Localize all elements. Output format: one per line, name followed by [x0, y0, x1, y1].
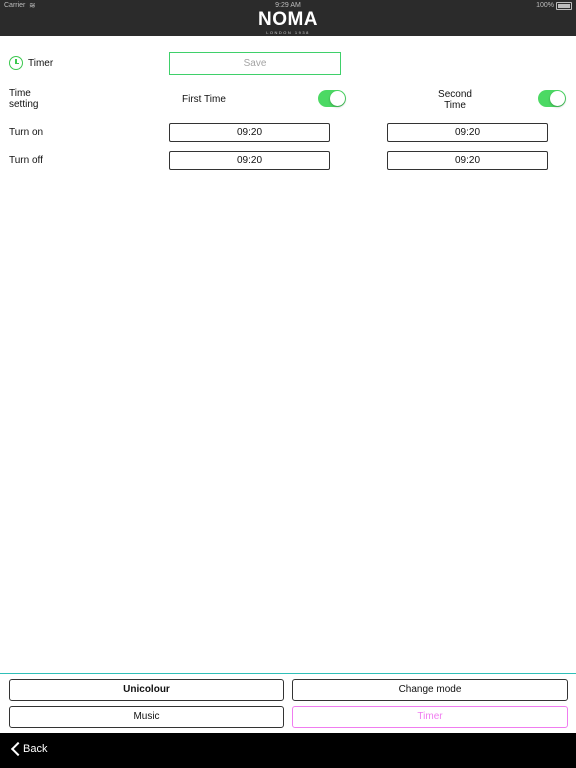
- unicolour-button[interactable]: Unicolour: [9, 679, 284, 701]
- clock-icon: [9, 56, 23, 70]
- nav-divider: [0, 673, 576, 674]
- second-time-label: Second Time: [438, 89, 472, 111]
- app-header: Carrier ≋ 9:29 AM 100% NOMA LONDON 1938: [0, 0, 576, 36]
- change-mode-button[interactable]: Change mode: [292, 679, 568, 701]
- status-time: 9:29 AM: [275, 2, 301, 9]
- second-time-toggle[interactable]: [538, 90, 566, 107]
- turn-off-first-time-field[interactable]: 09:20: [169, 151, 330, 170]
- first-time-toggle[interactable]: [318, 90, 346, 107]
- footer-bar: Back: [0, 733, 576, 768]
- turn-on-first-time-field[interactable]: 09:20: [169, 123, 330, 142]
- turn-off-label: Turn off: [9, 155, 43, 166]
- timer-button[interactable]: Timer: [292, 706, 568, 728]
- toggle-knob: [330, 91, 345, 106]
- time-setting-label: Time setting: [9, 88, 39, 110]
- toggle-knob: [550, 91, 565, 106]
- music-button[interactable]: Music: [9, 706, 284, 728]
- brand-name: NOMA: [257, 9, 319, 30]
- turn-on-label: Turn on: [9, 127, 44, 138]
- back-label: Back: [23, 743, 48, 755]
- battery-icon: [556, 2, 572, 10]
- turn-on-second-time-field[interactable]: 09:20: [387, 123, 548, 142]
- first-time-label: First Time: [182, 94, 226, 105]
- turn-off-second-time-field[interactable]: 09:20: [387, 151, 548, 170]
- timer-title: Timer: [28, 58, 54, 69]
- brand-logo: NOMA LONDON 1938: [0, 10, 576, 35]
- save-button[interactable]: Save: [169, 52, 341, 75]
- brand-tagline: LONDON 1938: [266, 30, 310, 35]
- battery-percent: 100%: [536, 2, 554, 9]
